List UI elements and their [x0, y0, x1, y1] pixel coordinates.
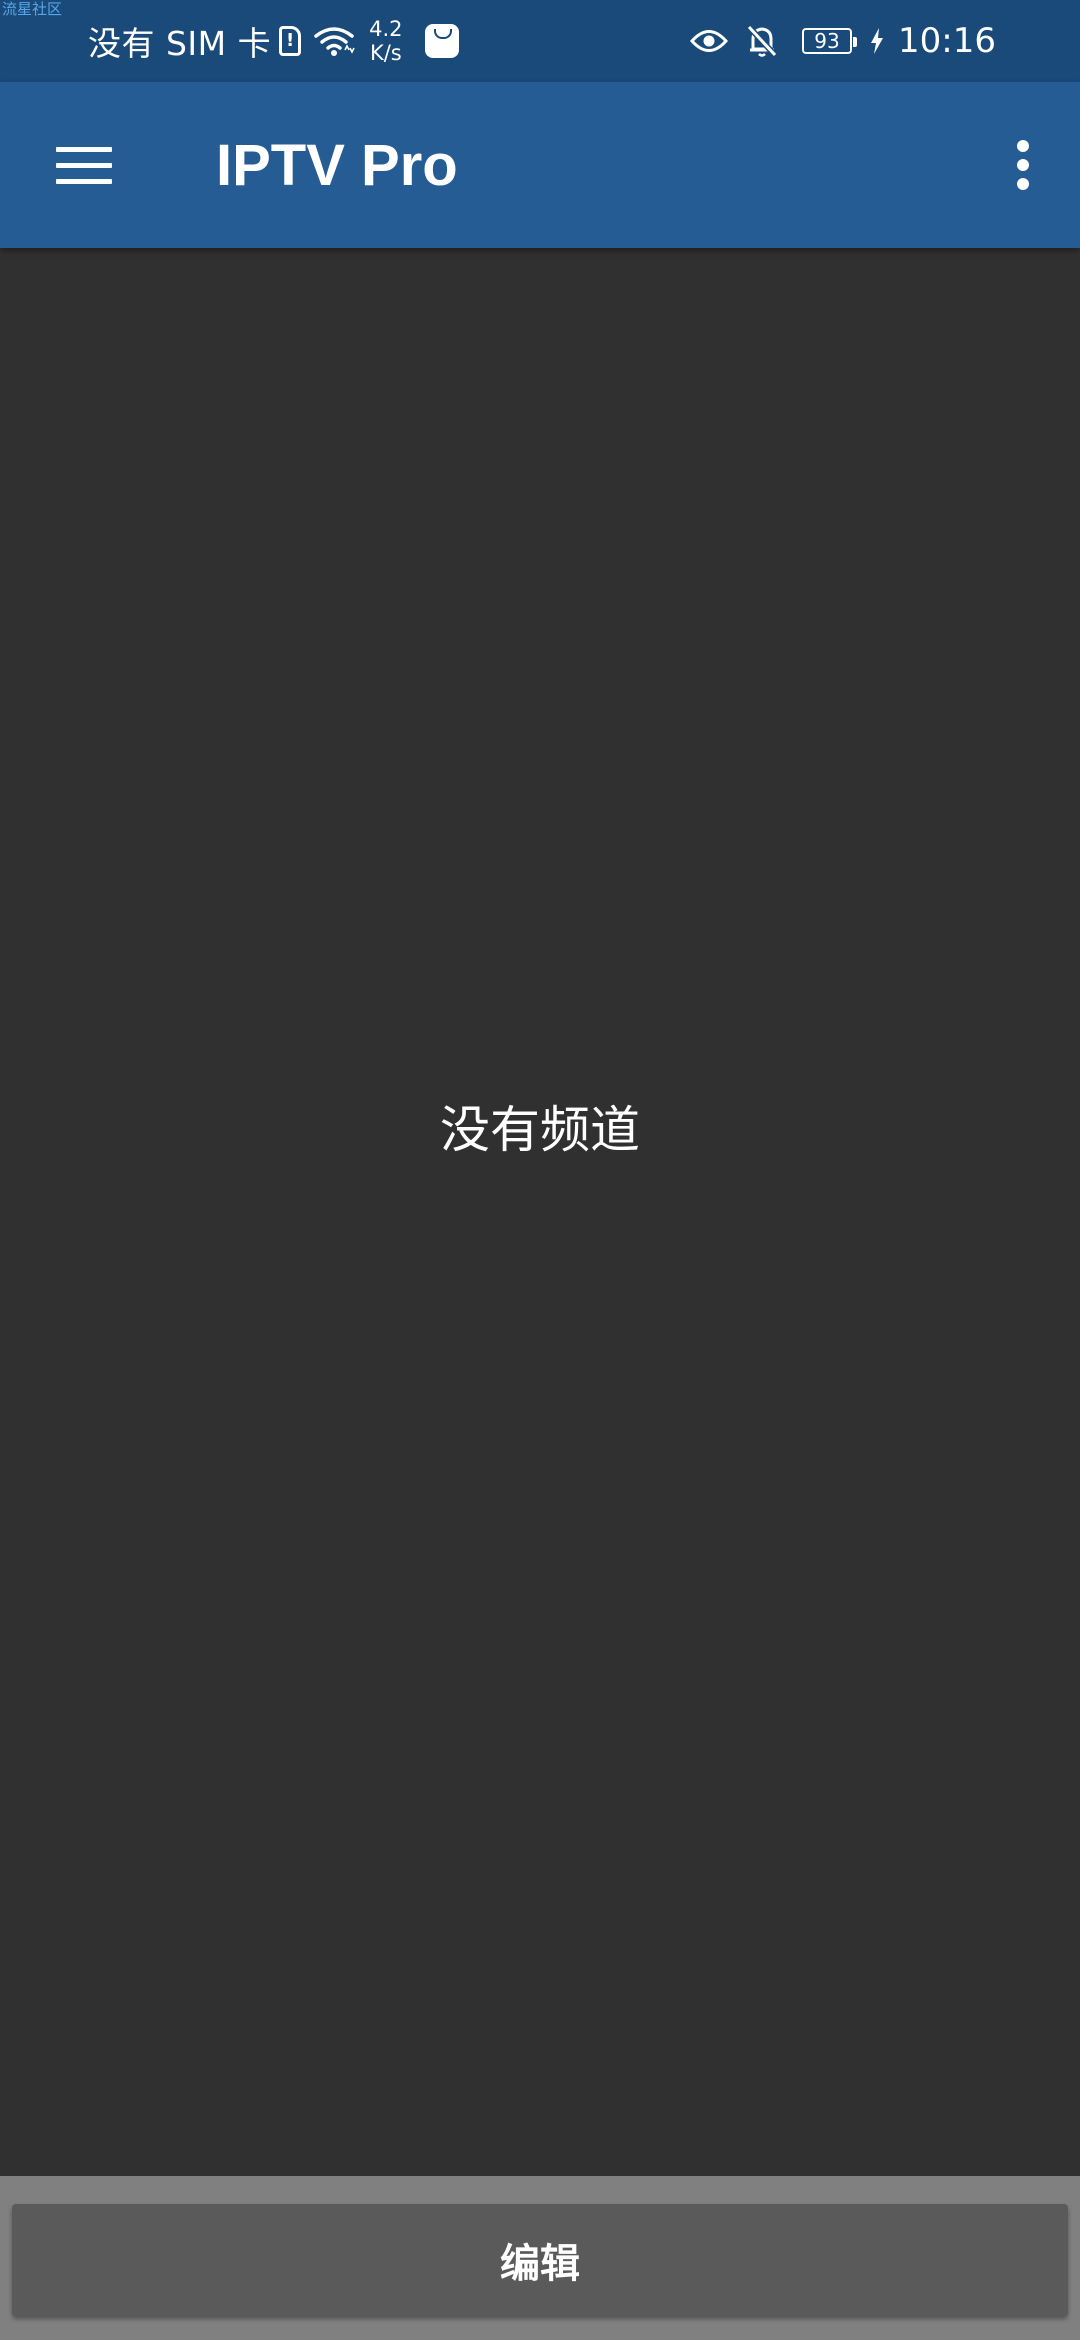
- watermark-text: 流星社区: [2, 0, 63, 18]
- screen: 流星社区 没有 SIM 卡 ! 4.2 K/s 93 10:16 IPTV Pr…: [0, 0, 1080, 2340]
- eye-icon: [690, 30, 729, 52]
- menu-icon-line: [56, 178, 112, 184]
- wifi-icon: [314, 27, 355, 56]
- menu-icon-line: [56, 162, 112, 168]
- sim-alert-icon: !: [279, 26, 302, 56]
- speed-value: 4.2: [369, 17, 403, 41]
- more-vert-icon: [1017, 140, 1029, 152]
- network-speed: 4.2 K/s: [369, 17, 402, 65]
- carrier-label: 没有 SIM 卡: [88, 24, 272, 63]
- empty-state-message: 没有频道: [440, 1101, 640, 1159]
- more-options-button[interactable]: [990, 122, 1056, 208]
- status-left: 没有 SIM 卡 ! 4.2 K/s: [88, 0, 459, 82]
- bottom-bar: 编辑: [0, 2176, 1080, 2340]
- status-bar: 流星社区 没有 SIM 卡 ! 4.2 K/s 93 10:16: [0, 0, 1080, 82]
- battery-indicator: 93: [802, 28, 858, 54]
- speed-unit: K/s: [369, 41, 402, 65]
- bell-off-icon: [746, 24, 778, 58]
- menu-button[interactable]: [40, 122, 126, 208]
- battery-level: 93: [814, 29, 840, 53]
- status-right: 93 10:16: [690, 0, 996, 82]
- app-bar: IPTV Pro: [0, 82, 1080, 248]
- edit-button[interactable]: 编辑: [12, 2204, 1068, 2316]
- clock: 10:16: [898, 21, 996, 61]
- menu-icon: [56, 146, 112, 152]
- bolt-icon: [871, 28, 884, 54]
- huawei-appgallery-icon: [424, 24, 459, 58]
- app-title: IPTV Pro: [216, 132, 458, 198]
- more-vert-icon-dot: [1017, 159, 1029, 171]
- more-vert-icon-dot: [1017, 178, 1029, 190]
